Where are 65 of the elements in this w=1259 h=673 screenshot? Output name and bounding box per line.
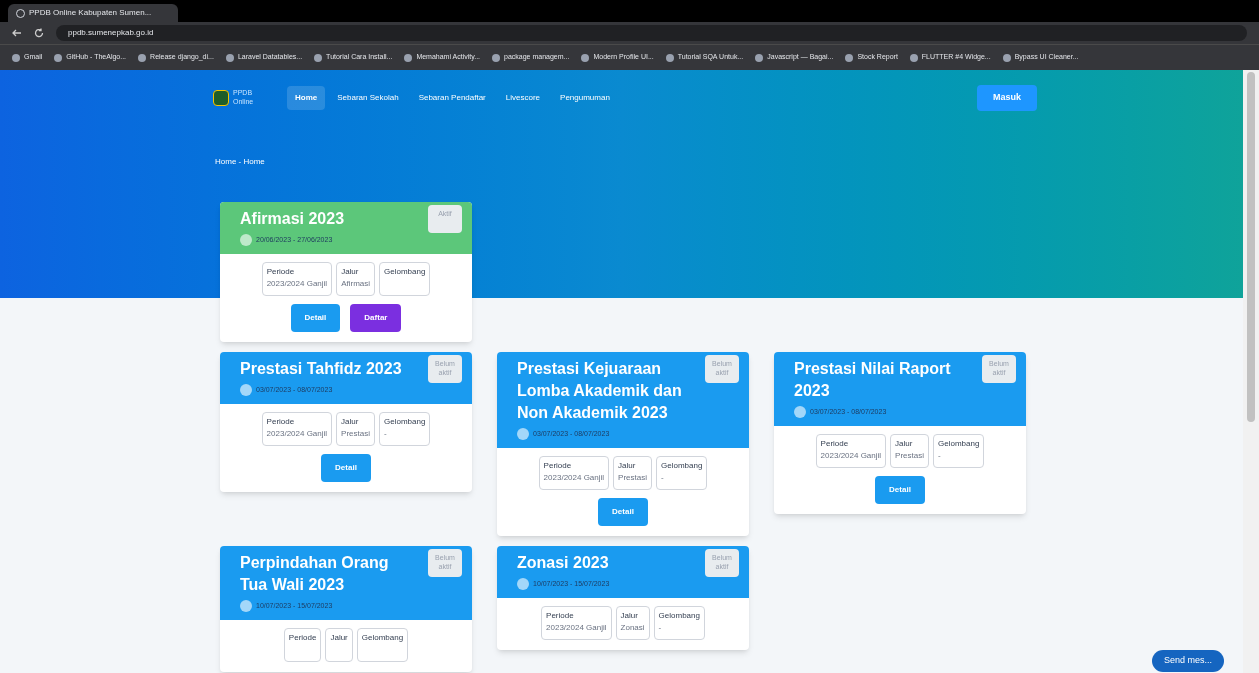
info-label: Periode	[288, 632, 317, 644]
bookmark-icon	[225, 53, 234, 62]
bookmark-icon	[138, 53, 147, 62]
info-value: -	[658, 622, 663, 634]
register-button[interactable]: Daftar	[350, 304, 402, 332]
card-title: Perpindahan Orang Tua Wali 2023	[240, 553, 390, 595]
nav-link[interactable]: Sebaran Sekolah	[329, 85, 407, 110]
bookmark-icon	[54, 53, 63, 62]
info-value: 2023/2024 Ganjil	[546, 622, 607, 634]
reload-icon[interactable]	[34, 28, 44, 38]
nav-link[interactable]: Pengumuman	[552, 85, 618, 110]
card-title: Prestasi Nilai Raport 2023	[794, 359, 952, 401]
nav-link[interactable]: Livescore	[497, 85, 549, 110]
info-label: Jalur	[620, 610, 639, 622]
address-bar[interactable]: ppdb.sumenepkab.go.id	[56, 25, 1247, 41]
info-value: -	[384, 428, 388, 440]
back-icon[interactable]	[12, 28, 22, 38]
info-label: Jalur	[341, 416, 360, 428]
info-label: Periode	[266, 266, 296, 278]
bookmark-icon	[1002, 53, 1011, 62]
info-label: Gelombang	[384, 416, 426, 428]
info-value: Prestasi	[618, 472, 647, 484]
info-value: 2023/2024 Ganjil	[820, 450, 882, 462]
nav-link[interactable]: Sebaran Pendaftar	[410, 85, 494, 110]
nav-link[interactable]: Home	[287, 85, 326, 110]
scrollbar[interactable]	[1243, 70, 1259, 673]
card-title: Prestasi Kejuaraan Lomba Akademik dan Non Akademik 2023	[517, 359, 683, 423]
info-label: Jalur	[895, 438, 914, 450]
info-value: Prestasi	[341, 428, 370, 440]
bookmark-icon	[314, 53, 323, 62]
info-label: Gelombang	[384, 266, 426, 278]
bookmark-icon	[755, 53, 764, 62]
info-value: 2023/2024 Ganjil	[266, 428, 328, 440]
info-label: Jalur	[330, 632, 348, 644]
bookmark-icon	[581, 53, 590, 62]
info-label: Jalur	[341, 266, 360, 278]
tab-title: PPDB Online Kabupaten Sumen...	[29, 7, 152, 19]
info-label: Periode	[543, 460, 573, 472]
bookmark-icon	[492, 53, 501, 62]
info-label: Periode	[820, 438, 850, 450]
bookmark-icon	[909, 53, 918, 62]
breadcrumb: Home - Home	[215, 156, 266, 168]
bookmark-icon	[845, 53, 854, 62]
chat-button[interactable]: Send mes...	[1152, 650, 1225, 672]
info-label: Gelombang	[658, 610, 700, 622]
info-label: Jalur	[618, 460, 637, 472]
info-value: 2023/2024 Ganjil	[543, 472, 605, 484]
card-title: Zonasi 2023	[517, 553, 610, 573]
card-title: Afirmasi 2023	[240, 209, 346, 229]
info-label: Periode	[266, 416, 296, 428]
info-value: Afirmasi	[341, 278, 370, 290]
card-title: Prestasi Tahfidz 2023	[240, 359, 403, 379]
info-label: Gelombang	[361, 632, 404, 644]
bookmark-icon	[404, 53, 413, 62]
info-value: Zonasi	[620, 622, 645, 634]
info-value: Prestasi	[895, 450, 924, 462]
bookmark-icon	[665, 53, 674, 62]
info-value: 2023/2024 Ganjil	[266, 278, 328, 290]
browser-tab[interactable]: PPDB Online Kabupaten Sumen...	[8, 4, 178, 22]
info-label: Periode	[546, 610, 575, 622]
bookmark-icon	[12, 53, 20, 62]
info-value: -	[938, 450, 942, 462]
info-value: -	[661, 472, 665, 484]
info-label: Gelombang	[938, 438, 980, 450]
info-label: Gelombang	[661, 460, 703, 472]
